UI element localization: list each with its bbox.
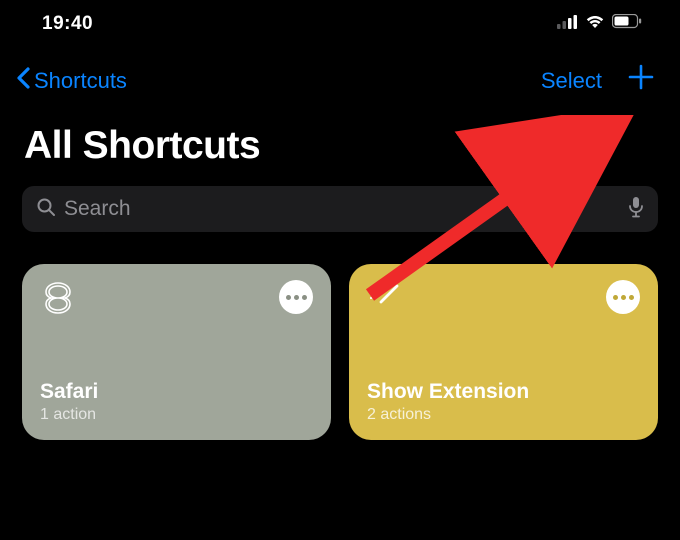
search-placeholder: Search <box>64 197 620 221</box>
back-button[interactable]: Shortcuts <box>16 67 541 95</box>
cellular-icon <box>557 15 578 34</box>
battery-icon <box>612 14 642 34</box>
back-label: Shortcuts <box>34 68 127 94</box>
wand-sparkle-icon <box>367 280 403 321</box>
page-title: All Shortcuts <box>0 106 680 182</box>
search-bar[interactable]: Search <box>22 186 658 232</box>
status-indicators <box>557 14 642 34</box>
shortcut-subtitle: 1 action <box>40 406 313 424</box>
add-button[interactable] <box>626 64 656 98</box>
shortcut-card-safari[interactable]: Safari 1 action <box>22 264 331 440</box>
more-button[interactable] <box>606 280 640 314</box>
status-bar: 19:40 <box>0 0 680 44</box>
shortcut-subtitle: 2 actions <box>367 406 640 424</box>
shortcut-title: Safari <box>40 380 313 404</box>
microphone-icon[interactable] <box>628 196 644 223</box>
status-time: 19:40 <box>42 13 93 35</box>
wifi-icon <box>585 14 605 34</box>
shortcuts-icon <box>40 280 76 321</box>
shortcut-title: Show Extension <box>367 380 640 404</box>
shortcuts-grid: Safari 1 action Show Extension 2 actions <box>0 232 680 440</box>
navigation-bar: Shortcuts Select <box>0 44 680 106</box>
more-button[interactable] <box>279 280 313 314</box>
chevron-left-icon <box>16 67 30 95</box>
shortcut-card-show-extension[interactable]: Show Extension 2 actions <box>349 264 658 440</box>
select-button[interactable]: Select <box>541 68 602 94</box>
search-icon <box>36 197 56 222</box>
plus-icon <box>628 64 654 90</box>
